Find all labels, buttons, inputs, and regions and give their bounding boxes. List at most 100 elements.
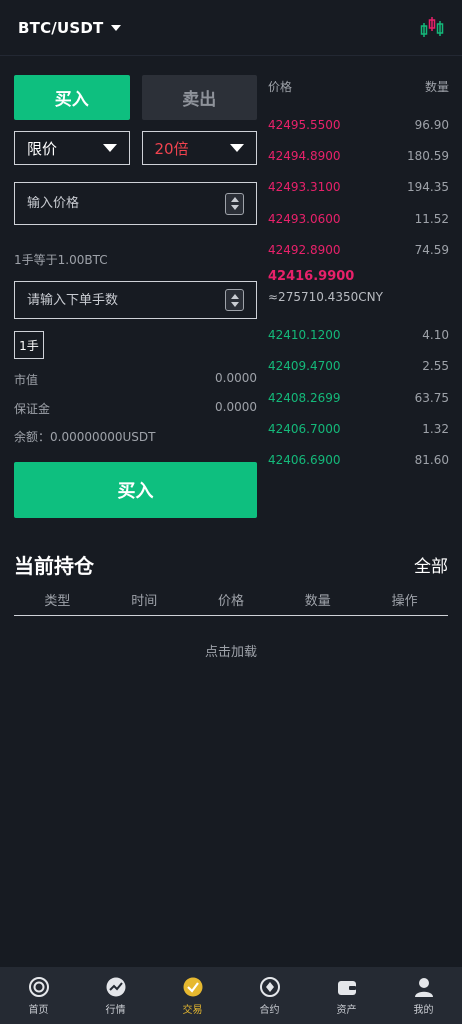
pair-selector[interactable]: BTC/USDT <box>18 18 122 37</box>
ask-row[interactable]: 42495.5500 96.90 <box>268 109 449 140</box>
margin-label: 保证金 <box>14 402 51 416</box>
lot-equivalence: 1手等于1.00BTC <box>14 253 108 267</box>
bid-qty: 2.55 <box>422 359 449 374</box>
column-time: 时间 <box>131 594 158 609</box>
ask-price: 42493.3100 <box>268 180 341 195</box>
trade-icon <box>183 977 202 996</box>
bid-price: 42410.1200 <box>268 328 341 343</box>
order-book-header: 价格 数量 <box>268 78 449 96</box>
nav-trade[interactable]: 交易 <box>154 967 231 1024</box>
candlestick-chart-icon[interactable] <box>418 14 446 42</box>
last-price: 42416.9900 <box>268 269 355 285</box>
ask-row[interactable]: 42493.0600 11.52 <box>268 203 449 234</box>
nav-home[interactable]: 首页 <box>0 967 77 1024</box>
user-icon <box>414 977 433 997</box>
bid-price: 42406.6900 <box>268 453 341 468</box>
balance-text: 余额：0.00000000USDT <box>14 430 156 444</box>
ask-qty: 194.35 <box>407 180 449 195</box>
leverage-select[interactable]: 20倍 <box>141 131 257 165</box>
top-bar: BTC/USDT <box>0 0 462 56</box>
nav-label: 交易 <box>182 1004 203 1016</box>
margin-row: 保证金 0.0000 <box>14 400 257 417</box>
stepper-down-icon <box>230 301 239 307</box>
price-stepper[interactable] <box>225 192 244 215</box>
ask-row[interactable]: 42492.8900 74.59 <box>268 234 449 265</box>
ask-qty: 180.59 <box>407 148 449 163</box>
buy-button[interactable]: 买入 <box>14 462 257 518</box>
lots-field <box>14 281 257 319</box>
bid-row[interactable]: 42406.7000 1.32 <box>268 413 449 444</box>
column-price: 价格 <box>217 594 244 609</box>
load-more-link[interactable]: 点击加载 <box>0 641 462 660</box>
market-value-label: 市值 <box>14 373 39 387</box>
dropdown-arrow-icon <box>102 144 117 152</box>
bid-price: 42408.2699 <box>268 390 341 405</box>
side-tabs: 买入 卖出 <box>14 75 257 120</box>
bid-price: 42409.4700 <box>268 359 341 374</box>
ask-price: 42495.5500 <box>268 117 341 132</box>
wallet-icon <box>337 980 356 995</box>
bid-qty: 81.60 <box>414 453 449 468</box>
margin-value: 0.0000 <box>215 400 257 414</box>
market-value-row: 市值 0.0000 <box>14 371 257 388</box>
order-form: 买入 卖出 限价 20倍 1手等于1.00BTC 1手 市值 0.0000 保证… <box>14 75 257 518</box>
stepper-up-icon <box>230 293 239 299</box>
nav-profile[interactable]: 我的 <box>385 967 462 1024</box>
positions-all-link[interactable]: 全部 <box>414 552 448 577</box>
bid-row[interactable]: 42409.4700 2.55 <box>268 351 449 382</box>
bottom-nav: 首页 行情 交易 合约 资产 我的 <box>0 967 462 1024</box>
tab-buy[interactable]: 买入 <box>14 75 130 120</box>
pair-label: BTC/USDT <box>18 18 104 37</box>
last-price-cny: ≈275710.4350CNY <box>268 290 383 305</box>
lots-stepper[interactable] <box>225 289 244 311</box>
ask-row[interactable]: 42493.3100 194.35 <box>268 172 449 203</box>
bid-qty: 4.10 <box>422 328 449 343</box>
lots-input[interactable] <box>27 292 207 308</box>
ask-qty: 11.52 <box>414 211 449 226</box>
bid-qty: 63.75 <box>414 390 449 405</box>
bid-row[interactable]: 42410.1200 4.10 <box>268 319 449 350</box>
nav-label: 合约 <box>259 1004 280 1016</box>
ask-price: 42492.8900 <box>268 242 341 257</box>
bid-row[interactable]: 42406.6900 81.60 <box>268 445 449 476</box>
market-value: 0.0000 <box>215 371 257 385</box>
caret-down-icon <box>111 24 122 31</box>
dropdown-arrow-icon <box>230 144 244 152</box>
last-price-block: 42416.9900 ≈275710.4350CNY <box>268 269 449 304</box>
column-type: 类型 <box>44 594 71 609</box>
nav-assets[interactable]: 资产 <box>308 967 385 1024</box>
nav-label: 资产 <box>336 1004 357 1016</box>
market-icon <box>106 977 125 996</box>
ask-qty: 96.90 <box>414 117 449 132</box>
contract-icon <box>259 976 280 997</box>
column-action: 操作 <box>391 594 418 609</box>
bid-price: 42406.7000 <box>268 422 341 437</box>
stepper-down-icon <box>230 205 239 210</box>
price-input[interactable] <box>27 196 207 211</box>
ask-row[interactable]: 42494.8900 180.59 <box>268 140 449 171</box>
bid-qty: 1.32 <box>422 422 449 437</box>
tab-sell[interactable]: 卖出 <box>141 75 257 120</box>
ask-qty: 74.59 <box>414 242 449 257</box>
bid-list: 42410.1200 4.10 42409.4700 2.55 42408.2699… <box>268 319 449 475</box>
ask-price: 42494.8900 <box>268 148 341 163</box>
nav-label: 首页 <box>28 1004 49 1016</box>
one-lot-button[interactable]: 1手 <box>14 331 44 359</box>
positions-title: 当前持仓 <box>14 554 94 578</box>
price-header: 价格 <box>268 80 293 94</box>
leverage-value: 20倍 <box>154 139 189 158</box>
order-book: 价格 数量 42495.5500 96.90 42494.8900 180.59 4… <box>268 78 449 476</box>
ask-price: 42493.0600 <box>268 211 341 226</box>
nav-label: 行情 <box>105 1004 126 1016</box>
nav-market[interactable]: 行情 <box>77 967 154 1024</box>
stepper-up-icon <box>230 197 239 202</box>
nav-label: 我的 <box>413 1004 434 1016</box>
nav-contract[interactable]: 合约 <box>231 967 308 1024</box>
bid-row[interactable]: 42408.2699 63.75 <box>268 382 449 413</box>
positions-table-header: 类型 时间 价格 数量 操作 <box>14 590 448 616</box>
home-icon <box>28 976 49 997</box>
qty-header: 数量 <box>424 80 449 94</box>
order-type-select[interactable]: 限价 <box>14 131 130 165</box>
column-quantity: 数量 <box>304 594 331 609</box>
order-options: 限价 20倍 <box>14 131 257 165</box>
